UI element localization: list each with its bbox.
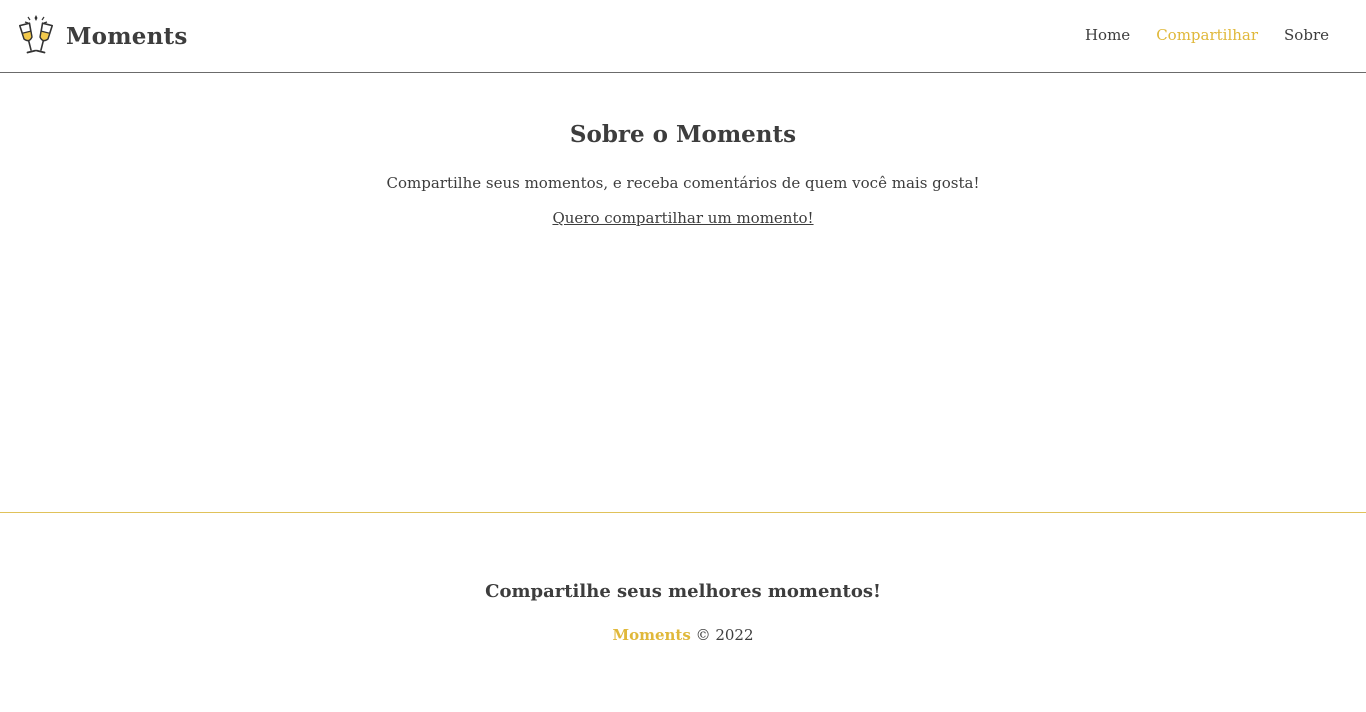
share-moment-link[interactable]: Quero compartilhar um momento! [552,209,813,227]
site-footer: Compartilhe seus melhores momentos! Mome… [0,512,1366,712]
champagne-toast-icon [18,15,54,54]
nav-about-link[interactable]: Sobre [1284,26,1329,44]
page-title: Sobre o Moments [569,121,797,148]
footer-copyright: Moments © 2022 [0,626,1366,644]
about-section: Sobre o Moments Compartilhe seus momento… [0,73,1366,512]
cta-paragraph: Quero compartilhar um momento! [0,209,1366,227]
footer-brand: Moments [612,626,691,644]
brand[interactable]: Moments [16,14,187,58]
copyright-text: © 2022 [695,626,754,644]
page-description: Compartilhe seus momentos, e receba come… [386,174,980,192]
nav-home-link[interactable]: Home [1085,26,1130,44]
site-header: Moments Home Compartilhar Sobre [0,0,1366,73]
footer-tagline: Compartilhe seus melhores momentos! [485,581,881,602]
main-nav: Home Compartilhar Sobre [1085,26,1329,44]
nav-share-link[interactable]: Compartilhar [1156,26,1258,44]
brand-name: Moments [66,22,188,50]
